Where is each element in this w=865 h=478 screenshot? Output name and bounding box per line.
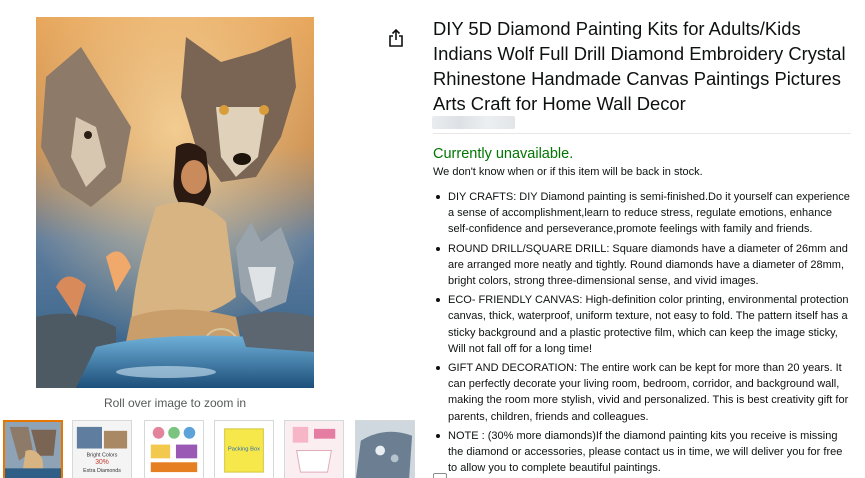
svg-text:30%: 30% <box>95 459 109 466</box>
thumbnail-4[interactable]: Packing Box <box>214 420 274 478</box>
svg-text:Extra Diamonds: Extra Diamonds <box>83 468 121 474</box>
thumbnail-image <box>145 421 203 478</box>
thumbnail-image <box>285 421 343 478</box>
thumbnail-image: Bright Colors 30% Extra Diamonds <box>73 421 131 478</box>
thumbnail-1[interactable] <box>3 420 63 478</box>
divider <box>433 133 851 134</box>
thumbnail-2[interactable]: Bright Colors 30% Extra Diamonds <box>72 420 132 478</box>
checkbox[interactable] <box>433 473 447 478</box>
obscured-byline <box>432 116 515 129</box>
thumbnail-image: Packing Box <box>215 421 273 478</box>
share-icon <box>389 29 403 47</box>
product-illustration <box>36 17 314 388</box>
thumbnail-image <box>5 422 61 478</box>
thumbnail-3[interactable] <box>144 420 204 478</box>
availability-status: Currently unavailable. <box>433 146 574 162</box>
thumbnail-5[interactable] <box>284 420 344 478</box>
feature-bullet: DIY CRAFTS: DIY Diamond painting is semi… <box>433 189 853 238</box>
svg-text:Packing Box: Packing Box <box>228 446 260 452</box>
product-title: DIY 5D Diamond Painting Kits for Adults/… <box>433 18 846 114</box>
zoom-hint: Roll over image to zoom in <box>103 396 247 410</box>
availability-note: We don't know when or if this item will … <box>433 166 703 178</box>
share-button[interactable] <box>386 28 406 48</box>
feature-bullet: NOTE : (30% more diamonds)If the diamond… <box>433 428 853 477</box>
thumbnail-image <box>356 421 414 478</box>
svg-text:Bright Colors: Bright Colors <box>87 452 118 458</box>
thumbnail-6[interactable] <box>355 420 415 478</box>
thumbnail-strip: Bright Colors 30% Extra Diamonds Packing… <box>0 420 420 478</box>
feature-bullet: ROUND DRILL/SQUARE DRILL: Square diamond… <box>433 241 853 290</box>
feature-bullets: DIY CRAFTS: DIY Diamond painting is semi… <box>433 189 853 478</box>
feature-bullet: GIFT AND DECORATION: The entire work can… <box>433 360 853 425</box>
main-product-image[interactable] <box>36 17 314 388</box>
feature-bullet: ECO- FRIENDLY CANVAS: High-definition co… <box>433 292 853 357</box>
